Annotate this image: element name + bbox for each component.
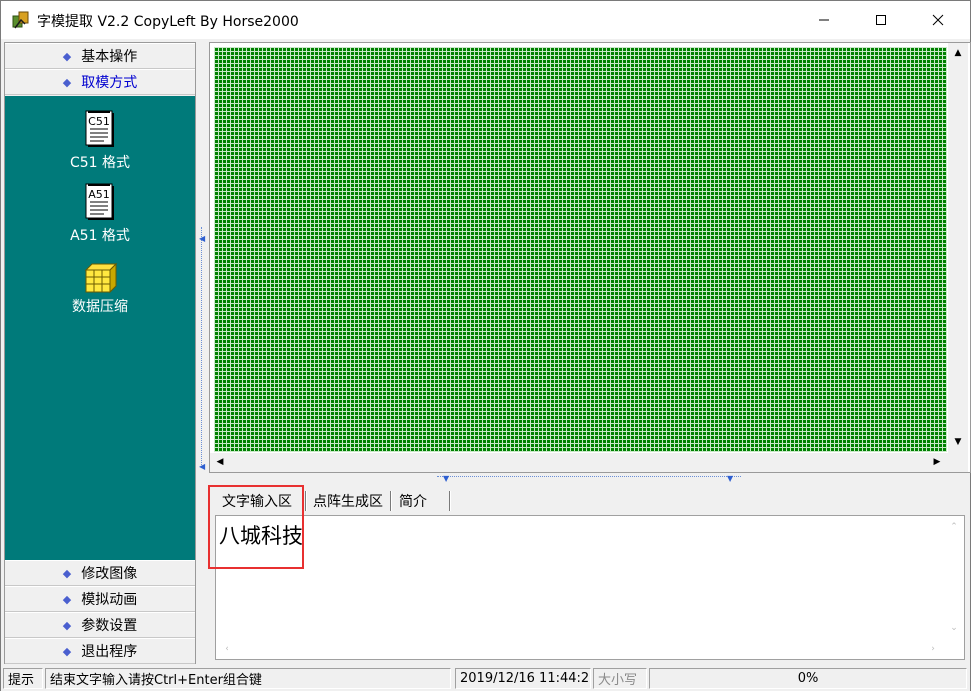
collapse-left-icon[interactable]: ◀ [199, 234, 205, 243]
vertical-scrollbar[interactable]: ⌃ ⌄ [944, 516, 964, 639]
status-bar: 提示 结束文字输入请按Ctrl+Enter组合键 2019/12/16 11:4… [1, 666, 970, 691]
status-progress: 0% [649, 668, 967, 689]
tool-a51-format[interactable]: A51 A51 格式 [5, 183, 195, 245]
horizontal-scrollbar[interactable]: ◀ ▶ [210, 453, 948, 472]
dot-matrix-panel: ▲ ▼ ◀ ▶ [209, 42, 971, 473]
sidebar: ◆ 基本操作 ◆ 取模方式 C51 C51 格式 A51 A51 格式 数据压缩… [4, 42, 196, 664]
minimize-button[interactable] [801, 1, 847, 39]
splitter-dots [201, 227, 203, 467]
tab-text-input[interactable]: 文字输入区 [215, 489, 299, 513]
maximize-icon [876, 15, 886, 25]
status-hint-label: 提示 [3, 668, 43, 689]
scroll-up-icon[interactable]: ⌃ [945, 518, 963, 536]
collapse-down-icon[interactable]: ▼ [727, 474, 733, 483]
tab-label: 文字输入区 [222, 494, 292, 510]
sidebar-item-label: 退出程序 [81, 644, 138, 660]
scroll-down-icon[interactable]: ▼ [949, 433, 967, 451]
scroll-left-icon[interactable]: ‹ [218, 640, 236, 658]
diamond-icon: ◆ [62, 644, 72, 658]
text-input-area[interactable]: 八城科技 ⌃ ⌄ ‹ › [215, 515, 965, 660]
diamond-icon: ◆ [62, 592, 72, 606]
scroll-up-icon[interactable]: ▲ [949, 44, 967, 62]
compress-box-icon [84, 262, 118, 294]
icon-text: C51 [88, 115, 110, 128]
sidebar-item-simulate-animation[interactable]: ◆ 模拟动画 [5, 586, 195, 612]
scroll-right-icon[interactable]: ▶ [928, 453, 946, 471]
collapse-left-icon[interactable]: ◀ [199, 462, 205, 471]
tab-divider [449, 491, 451, 511]
app-logo-icon [12, 11, 29, 29]
tool-label: A51 格式 [70, 228, 130, 244]
sidebar-item-basic-ops[interactable]: ◆ 基本操作 [5, 43, 195, 69]
horizontal-splitter[interactable]: ▼ ▼ [437, 474, 741, 484]
horizontal-scrollbar[interactable]: ‹ › [216, 639, 944, 659]
scroll-down-icon[interactable]: ⌄ [945, 619, 963, 637]
scroll-corner [944, 639, 964, 659]
sidebar-item-label: 取模方式 [81, 75, 138, 91]
sidebar-item-exit[interactable]: ◆ 退出程序 [5, 638, 195, 664]
tool-c51-format[interactable]: C51 C51 格式 [5, 110, 195, 172]
title-bar: 字模提取 V2.2 CopyLeft By Horse2000 [1, 1, 970, 39]
tool-panel: C51 C51 格式 A51 A51 格式 数据压缩 [5, 96, 195, 560]
tab-label: 简介 [399, 494, 427, 510]
tab-about[interactable]: 简介 [393, 489, 433, 513]
sidebar-item-label: 修改图像 [81, 566, 138, 582]
diamond-icon: ◆ [62, 49, 72, 63]
tool-label: 数据压缩 [72, 299, 128, 315]
input-text[interactable]: 八城科技 [219, 520, 303, 550]
app-window: 字模提取 V2.2 CopyLeft By Horse2000 ◆ 基本操作 ◆… [0, 0, 971, 691]
tab-matrix-output[interactable]: 点阵生成区 [307, 489, 389, 513]
sidebar-item-label: 模拟动画 [81, 592, 138, 608]
close-icon [932, 14, 944, 26]
scroll-left-icon[interactable]: ◀ [211, 453, 229, 471]
collapse-down-icon[interactable]: ▼ [443, 474, 449, 483]
status-hint-text: 结束文字输入请按Ctrl+Enter组合键 [45, 668, 451, 689]
sidebar-item-settings[interactable]: ◆ 参数设置 [5, 612, 195, 638]
tool-data-compress[interactable]: 数据压缩 [5, 260, 195, 316]
close-button[interactable] [915, 1, 961, 39]
document-icon: A51 [85, 183, 114, 220]
tab-divider [390, 491, 392, 511]
diamond-icon: ◆ [62, 618, 72, 632]
maximize-button[interactable] [858, 1, 904, 39]
scroll-thumb[interactable] [950, 63, 966, 433]
scroll-right-icon[interactable]: › [924, 640, 942, 658]
status-caps: 大小写 [593, 668, 647, 689]
tab-bar: 文字输入区 点阵生成区 简介 [209, 487, 971, 513]
scroll-corner [948, 453, 968, 472]
document-icon: C51 [85, 110, 114, 147]
sidebar-item-label: 参数设置 [81, 618, 138, 634]
diamond-icon: ◆ [62, 566, 72, 580]
minimize-icon [819, 19, 829, 21]
dot-matrix-grid[interactable] [214, 47, 947, 452]
vertical-scrollbar[interactable]: ▲ ▼ [948, 43, 968, 453]
sidebar-item-edit-image[interactable]: ◆ 修改图像 [5, 560, 195, 586]
diamond-icon: ◆ [62, 75, 72, 89]
tab-label: 点阵生成区 [313, 494, 383, 510]
window-title: 字模提取 V2.2 CopyLeft By Horse2000 [37, 14, 299, 30]
tool-label: C51 格式 [69, 155, 131, 171]
sidebar-item-modulo-mode[interactable]: ◆ 取模方式 [5, 69, 195, 95]
icon-text: A51 [88, 188, 110, 201]
vertical-splitter[interactable]: ◀ ◀ [197, 42, 207, 664]
status-datetime: 2019/12/16 11:44:29 [455, 668, 591, 689]
sidebar-item-label: 基本操作 [81, 49, 138, 65]
